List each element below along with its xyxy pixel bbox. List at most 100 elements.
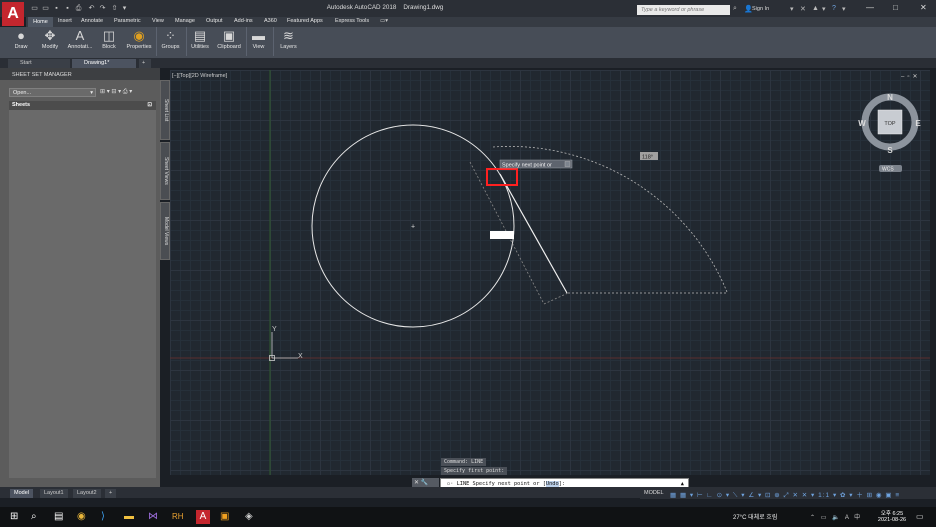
chrome-icon[interactable]: ◉ [77,510,86,524]
tab-drawing1[interactable]: Drawing1* [72,59,136,68]
ssm-toolbar[interactable]: ⊞ ▾ ⊟ ▾ ⎙ ▾ [100,88,132,96]
panel-block[interactable]: ◫ Block [97,27,121,56]
task-view-icon[interactable]: ▤ [54,510,63,524]
dynamic-input-tooltip: Specify next point or [502,163,552,169]
windows-start-icon[interactable]: ⊞ [10,510,18,524]
tab-layout2[interactable]: Layout2 [73,489,101,498]
compass-e[interactable]: E [915,119,921,128]
groups-icon: ⁘ [165,28,176,43]
save-icon[interactable]: ▪ [52,4,61,13]
connect-icon[interactable]: ▲ [812,5,819,12]
panel-utilities[interactable]: ▤ Utilities [186,27,213,56]
block-icon: ◫ [102,28,116,43]
tab-model[interactable]: Model [10,489,33,498]
tab-annotate[interactable]: Annotate [81,18,103,24]
system-tray-icons[interactable]: ⌃ ▭ 🔈 A 中 [810,512,862,521]
ucs-x-label: X [298,353,303,360]
tab-parametric[interactable]: Parametric [114,18,141,24]
ribbon-options-icon[interactable]: ▭▾ [380,18,388,24]
close-icon[interactable]: ✕ [414,480,419,486]
tab-layout1[interactable]: Layout1 [40,489,68,498]
tab-start[interactable]: Start [8,59,70,68]
ssm-title: SHEET SET MANAGER [0,68,160,80]
panel-layers[interactable]: ≋ Layers [273,27,303,56]
clock-time[interactable]: 오후 6:25 [872,509,912,517]
compass-w[interactable]: W [858,119,866,128]
wrench-icon[interactable]: 🔧 [421,480,428,486]
sheet-set-select[interactable]: Open... ▾ [9,88,96,97]
panel-properties[interactable]: ◉ Properties [124,27,154,56]
sheets-tree[interactable] [9,110,156,478]
dynamic-input-field[interactable] [490,231,514,239]
app-icon[interactable]: ▣ [220,510,229,524]
drawing-canvas[interactable]: + Specify next point or 118° Y X TOP N S… [170,70,930,475]
visual-studio-icon[interactable]: ⋈ [148,510,158,524]
signin-dropdown-icon[interactable]: ▾ [790,5,794,13]
compass-n[interactable]: N [887,93,893,102]
dimension-guide-tick [543,292,569,305]
sheets-header: Sheets ⊡ [9,101,156,110]
panel-modify[interactable]: ✥ Modify [37,27,63,56]
new-icon[interactable]: ▭ [30,4,39,13]
saveas-icon[interactable]: ▪ [63,4,72,13]
tab-sheet-list[interactable]: Sheet List [160,80,170,140]
clipboard-icon: ▣ [222,28,236,43]
vscode-icon[interactable]: ⟩ [101,510,105,524]
redo-icon[interactable]: ↷ [98,4,107,13]
panel-annotation[interactable]: A Annotati... [65,27,95,56]
tooltip-options-icon[interactable] [564,161,571,167]
tab-manage[interactable]: Manage [175,18,195,24]
ucs-y-label: Y [272,326,277,333]
undo-icon[interactable]: ↶ [87,4,96,13]
model-space-toggle[interactable]: MODEL [644,490,664,496]
command-history-line: Command: LINE [441,458,487,466]
weather-widget[interactable]: 27°C 대체로 흐림 [733,512,777,521]
print-icon[interactable]: ⎙ [74,4,83,13]
maximize-button[interactable]: □ [893,3,898,12]
tab-view[interactable]: View [152,18,164,24]
collapse-icon[interactable]: ⊡ [147,101,152,110]
sign-in-button[interactable]: Sign In [752,6,769,12]
panel-clipboard[interactable]: ▣ Clipboard [214,27,244,56]
tab-model-views[interactable]: Model Views [160,202,170,260]
autocad-logo-icon[interactable]: A [2,2,24,26]
panel-groups[interactable]: ⁘ Groups [156,27,184,56]
minimize-button[interactable]: — [866,3,874,12]
tab-add-ins[interactable]: Add-ins [234,18,253,24]
compass-s[interactable]: S [887,146,893,155]
add-layout-button[interactable]: + [105,489,117,498]
chevron-down-icon: ▾ [90,90,93,96]
ssm-side-tabs: Sheet List Sheet Views Model Views [160,80,170,260]
app-icon-2[interactable]: ◈ [245,510,253,524]
command-history-line: Specify first point: [441,467,508,475]
utilities-icon: ▤ [193,28,207,43]
connect-dropdown-icon[interactable]: ▾ [822,5,826,13]
tab-sheet-views[interactable]: Sheet Views [160,142,170,200]
panel-draw[interactable]: ● Draw [8,27,34,56]
binoculars-icon[interactable]: ⌕ [733,5,737,13]
clock-date[interactable]: 2021-08-26 [872,517,912,523]
tab-home[interactable]: Home [28,17,53,27]
share-icon[interactable]: ⇧ [110,4,119,13]
tab-output[interactable]: Output [206,18,223,24]
tab-insert[interactable]: Insert [58,18,72,24]
open-icon[interactable]: ▭ [41,4,50,13]
panel-view[interactable]: ▬ View [246,27,270,56]
help-dropdown-icon[interactable]: ▾ [842,5,846,13]
search-input[interactable]: Type a keyword or phrase [637,5,730,15]
help-icon[interactable]: ? [832,5,836,12]
qa-dropdown-icon[interactable]: ▾ [120,4,129,13]
new-tab-button[interactable]: + [139,59,151,68]
close-button[interactable]: ✕ [920,3,927,12]
tab-a360[interactable]: A360 [264,18,277,24]
autocad-taskbar-icon[interactable]: A [196,510,210,524]
tab-express-tools[interactable]: Express Tools [335,18,369,24]
file-explorer-icon[interactable]: ▬ [124,510,134,524]
center-mark-icon: + [411,224,415,231]
search-icon[interactable]: ⌕ [31,510,37,524]
notification-icon[interactable]: ▭ [916,510,924,524]
rhino-icon[interactable]: RH [172,510,184,524]
exchange-icon[interactable]: ✕ [800,5,806,13]
status-toggles[interactable]: ▦ ▦ ▾ ⊢ ∟ ⊙ ▾ ⟍ ▾ ∠ ▾ ⊡ ⊕ ⤢ ✕ ✕ ▾ 1:1 ▾ … [670,489,900,500]
tab-featured-apps[interactable]: Featured Apps [287,18,323,24]
